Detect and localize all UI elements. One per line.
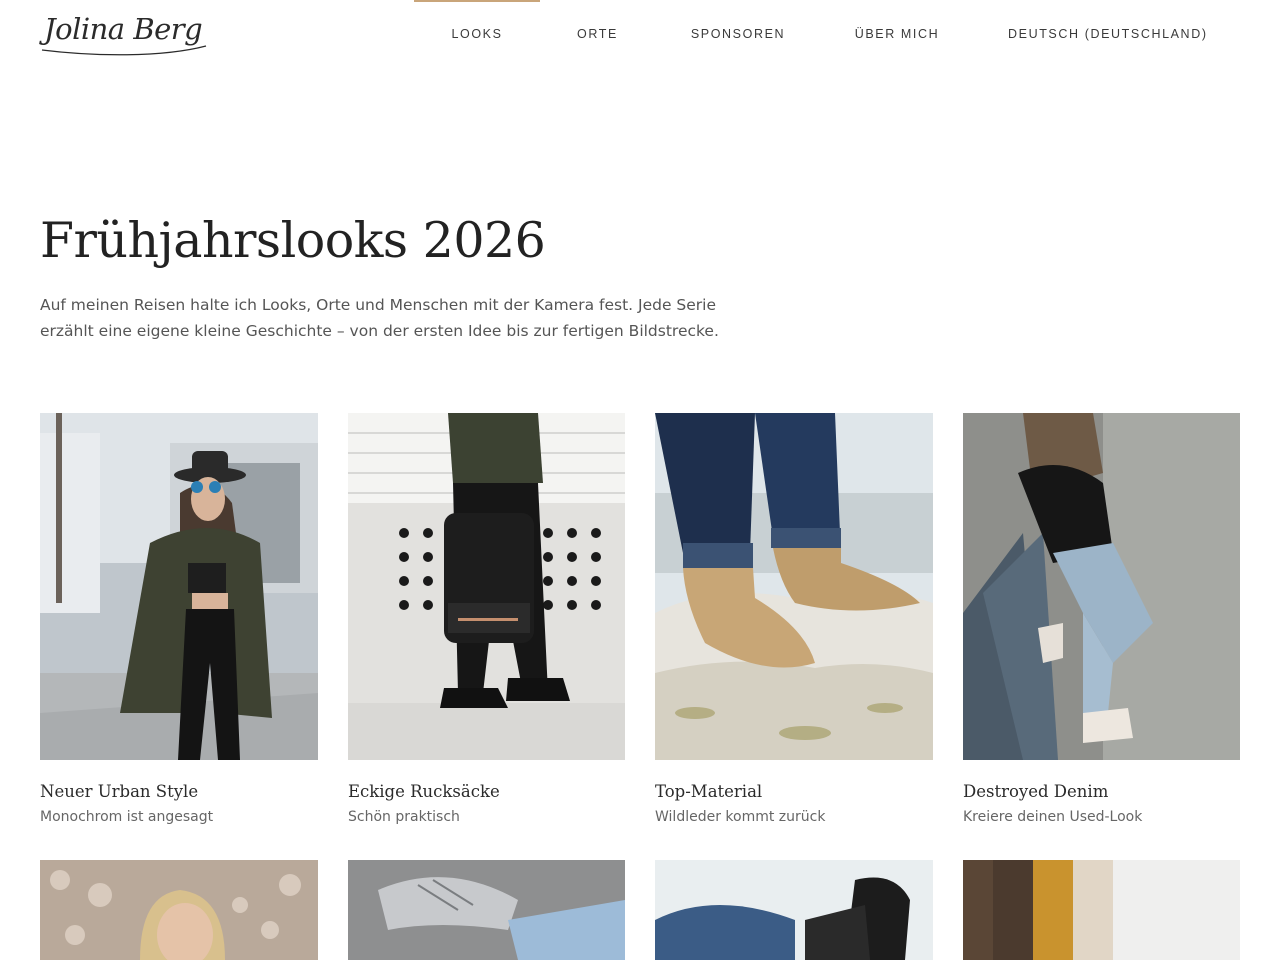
card-subtitle: Monochrom ist angesagt [40, 809, 214, 825]
card-photo-urban-style [40, 413, 318, 760]
card-photo-portrait [40, 860, 318, 960]
nav-item-label: LOOKS [451, 27, 503, 41]
nav-item-label: ÜBER MICH [854, 27, 940, 41]
card-photo-boots [655, 860, 933, 960]
nav-item-sponsoren[interactable]: SPONSOREN [684, 0, 792, 70]
page-title: Frühjahrslooks 2026 [40, 212, 546, 269]
nav-item-looks[interactable]: LOOKS [414, 0, 540, 70]
gallery-card-photo[interactable] [348, 860, 626, 960]
nav-item-orte[interactable]: ORTE [560, 0, 635, 70]
card-title: Top-Material [655, 782, 763, 801]
card-title: Neuer Urban Style [40, 782, 199, 801]
card-photo-rucksack [348, 413, 626, 760]
card-title: Eckige Rucksäcke [348, 782, 500, 801]
card-photo-denim [963, 413, 1241, 760]
logo-swoosh [41, 45, 207, 56]
nav-item-ueber-mich[interactable]: ÜBER MICH [847, 0, 947, 70]
card-photo-sneaker [348, 860, 625, 960]
intro-text: Auf meinen Reisen halte ich Looks, Orte … [40, 296, 719, 340]
gallery-card-photo[interactable] [655, 860, 933, 960]
language-label: DEUTSCH (DEUTSCHLAND) [1008, 27, 1208, 41]
nav-item-label: SPONSOREN [690, 27, 786, 41]
card-photo-wildleder [655, 413, 933, 760]
card-subtitle: Wildleder kommt zurück [655, 809, 826, 825]
gallery-card-photo[interactable] [40, 860, 318, 960]
site-logo[interactable]: Jolina Berg [40, 8, 215, 60]
nav-item-label: ORTE [577, 27, 618, 41]
card-photo-textiles [963, 860, 1240, 960]
card-subtitle: Kreiere deinen Used-Look [963, 809, 1143, 825]
site-header: Jolina Berg LOOKS ORTE SPONSOREN ÜBER MI… [0, 0, 1280, 70]
card-title: Destroyed Denim [963, 782, 1109, 801]
card-subtitle: Schön praktisch [348, 809, 460, 825]
gallery-card-photo[interactable] [963, 860, 1241, 960]
language-switcher[interactable]: DEUTSCH (DEUTSCHLAND) [1008, 0, 1208, 70]
